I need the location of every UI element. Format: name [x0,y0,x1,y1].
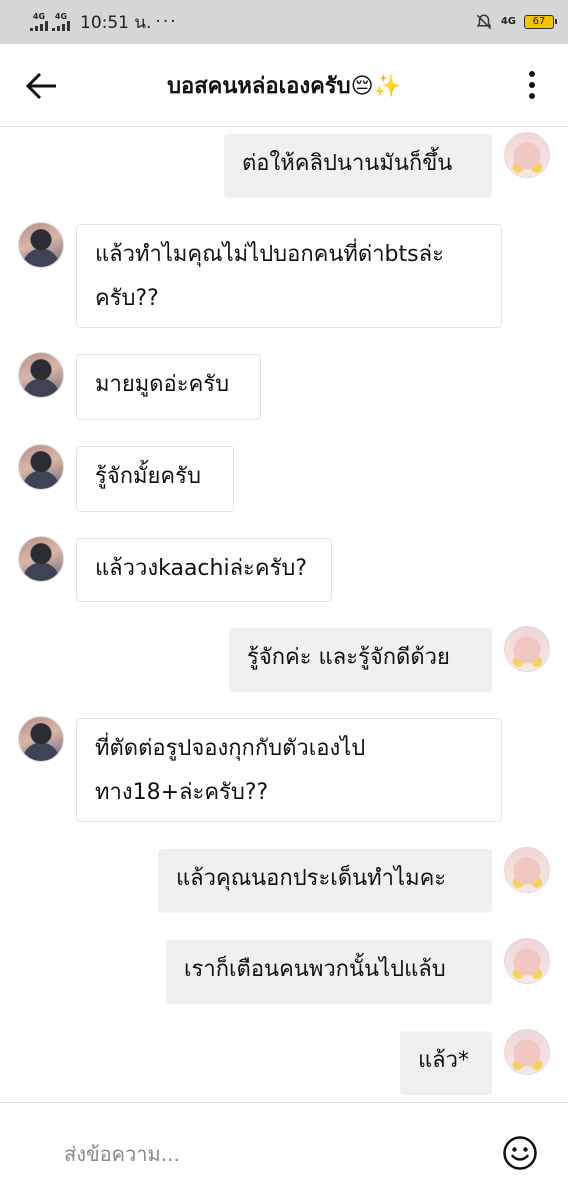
avatar[interactable] [18,352,64,398]
message-bubble[interactable]: มายมูดอ่ะครับ [76,354,261,420]
chat-header: บอสคนหล่อเองครับ😔✨ [0,44,568,127]
message-bubble[interactable]: แล้วทำไมคุณไม่ไปบอกคนที่ด่าbtsล่ะ ครับ?? [76,224,502,328]
message-input-bar [0,1102,568,1201]
message-bubble[interactable]: รู้จักมั้ยครับ [76,446,234,512]
signal-label: 4G [54,12,68,21]
message-text-line: ที่ตัดต่อรูปจองกุกกับตัวเองไป [95,736,366,761]
message-text: รู้จักมั้ยครับ [95,464,201,489]
avatar[interactable] [18,536,64,582]
signal-label: 4G [32,12,46,21]
avatar[interactable] [504,1029,550,1075]
title-emoji: 😔✨ [350,74,401,99]
signal-icon: 4G [30,13,48,31]
notification-dots: ··· [155,12,178,32]
message-bubble[interactable]: รู้จักค่ะ และรู้จักดีด้วย [229,628,492,692]
message-text: เราก็เตือนคนพวกนั้นไปแล้บ [184,957,446,982]
battery-icon: 67 [524,15,557,29]
message-bubble[interactable]: ที่ตัดต่อรูปจองกุกกับตัวเองไป ทาง18+ล่ะค… [76,718,502,822]
avatar[interactable] [18,222,64,268]
bell-muted-icon [476,14,492,30]
message-input[interactable] [62,1133,466,1175]
avatar[interactable] [18,716,64,762]
avatar[interactable] [504,938,550,984]
message-bubble[interactable]: เราก็เตือนคนพวกนั้นไปแล้บ [166,940,492,1004]
chat-title-text: บอสคนหล่อเองครับ [167,74,351,99]
avatar[interactable] [504,132,550,178]
avatar[interactable] [504,847,550,893]
message-text: รู้จักค่ะ และรู้จักดีด้วย [247,645,450,670]
message-text: แล้ว* [418,1048,470,1073]
message-bubble[interactable]: แล้ววงkaachiล่ะครับ? [76,538,332,602]
message-text: แล้ววงkaachiล่ะครับ? [95,556,308,581]
message-text: ต่อให้คลิปนานมันก็ขึ้น [242,151,453,176]
more-options-icon[interactable] [526,68,538,104]
message-text: แล้วคุณนอกประเด็นทำไมคะ [176,866,447,891]
chat-title: บอสคนหล่อเองครับ😔✨ [0,68,568,103]
signal-icon: 4G [52,13,70,31]
message-bubble[interactable]: แล้ว* [400,1031,492,1095]
network-4g-icon: 4G [500,16,516,27]
emoji-icon[interactable] [502,1135,538,1171]
message-text-line: ครับ?? [95,286,159,311]
message-text-line: ทาง18+ล่ะครับ?? [95,780,269,805]
message-text-line: แล้วทำไมคุณไม่ไปบอกคนที่ด่าbtsล่ะ [95,242,444,267]
message-bubble[interactable]: ต่อให้คลิปนานมันก็ขึ้น [224,134,492,198]
status-time: 10:51 น. [80,12,152,33]
message-bubble[interactable]: แล้วคุณนอกประเด็นทำไมคะ [158,849,492,913]
avatar[interactable] [504,626,550,672]
message-text: มายมูดอ่ะครับ [95,372,230,397]
avatar[interactable] [18,444,64,490]
status-bar: 4G 4G 10:51 น. ··· 4G 67 [0,0,568,44]
